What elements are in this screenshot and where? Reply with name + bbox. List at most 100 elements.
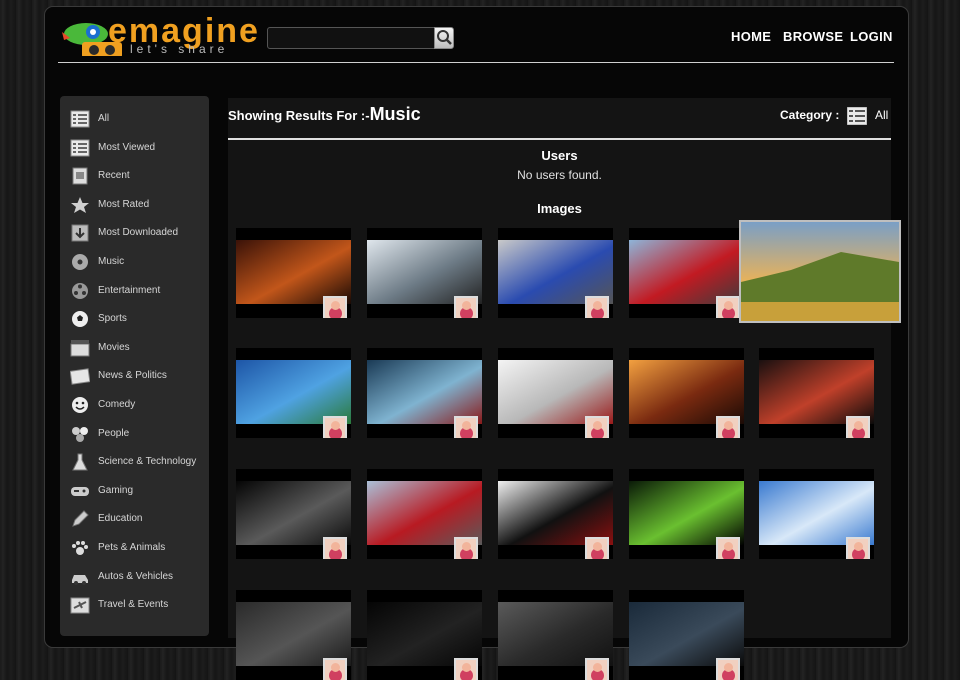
list-icon[interactable] — [847, 107, 867, 125]
sidebar-item-autos-vehicles[interactable]: Autos & Vehicles — [70, 566, 205, 590]
uploader-avatar[interactable] — [323, 658, 347, 680]
image-card[interactable] — [367, 348, 482, 438]
uploader-avatar[interactable] — [716, 537, 740, 559]
floating-islands-wallpaper — [236, 360, 351, 424]
sidebar-item-label: Recent — [98, 170, 130, 182]
sidebar-item-travel-events[interactable]: Travel & Events — [70, 594, 205, 618]
green-butterfly-wallpaper — [629, 481, 744, 545]
paw-icon — [72, 541, 88, 555]
people-icon — [72, 426, 88, 442]
sidebar-item-label: Pets & Animals — [98, 542, 166, 553]
uploader-avatar[interactable] — [454, 296, 478, 318]
clapper-icon — [70, 339, 90, 357]
ink-splash-wallpaper — [498, 481, 613, 545]
image-card[interactable] — [629, 590, 744, 680]
image-preview-popup[interactable] — [739, 220, 901, 323]
sidebar-item-label: Gaming — [98, 484, 134, 496]
star-icon — [71, 196, 89, 213]
uploader-avatar[interactable] — [585, 296, 609, 318]
image-card[interactable] — [498, 590, 613, 680]
results-query: Music — [369, 104, 421, 124]
night-partial-wallpaper — [629, 602, 744, 666]
sidebar-item-entertainment[interactable]: Entertainment — [70, 280, 205, 304]
red-bmw-wallpaper — [629, 240, 744, 304]
assassins-creed-group-wallpaper — [367, 360, 482, 424]
image-card[interactable] — [236, 590, 351, 680]
uploader-avatar[interactable] — [716, 658, 740, 680]
sidebar-item-gaming[interactable]: Gaming — [70, 480, 205, 504]
uploader-avatar[interactable] — [716, 296, 740, 318]
search-input[interactable] — [267, 27, 442, 49]
download-icon — [71, 224, 89, 242]
sidebar-item-music[interactable]: Music — [70, 251, 205, 275]
uploader-avatar[interactable] — [323, 296, 347, 318]
image-card[interactable] — [367, 228, 482, 318]
image-card[interactable] — [498, 228, 613, 318]
image-card[interactable] — [367, 590, 482, 680]
sidebar-item-label: Comedy — [98, 399, 136, 410]
soccer-ball-icon — [72, 311, 88, 328]
image-card[interactable] — [629, 228, 744, 318]
sidebar-item-most-rated[interactable]: Most Rated — [70, 194, 205, 218]
uploader-avatar[interactable] — [585, 416, 609, 438]
document-icon — [72, 167, 88, 185]
nav-browse[interactable]: BROWSE — [783, 29, 843, 44]
image-card[interactable] — [629, 348, 744, 438]
sidebar-item-comedy[interactable]: Comedy — [70, 394, 205, 418]
sidebar-item-education[interactable]: Education — [70, 508, 205, 532]
image-card[interactable] — [498, 348, 613, 438]
car-on-road-wallpaper — [367, 240, 482, 304]
search-button[interactable] — [434, 27, 454, 49]
sidebar-item-label: Autos & Vehicles — [98, 570, 174, 582]
sidebar-item-pets-animals[interactable]: Pets & Animals — [70, 537, 205, 561]
image-card[interactable] — [498, 469, 613, 559]
sidebar-item-label: Most Viewed — [98, 141, 156, 153]
uploader-avatar[interactable] — [716, 416, 740, 438]
landscape-image — [741, 222, 899, 321]
dark-partial-wallpaper — [236, 602, 351, 666]
sidebar-item-label: Science & Technology — [98, 456, 197, 468]
sidebar-item-science-technology[interactable]: Science & Technology — [70, 451, 205, 475]
sidebar-item-label: Music — [98, 256, 125, 267]
users-empty-message: No users found. — [517, 168, 602, 182]
uploader-avatar[interactable] — [846, 416, 870, 438]
pencil-icon — [72, 510, 89, 528]
list-icon — [70, 139, 90, 157]
image-card[interactable] — [759, 469, 874, 559]
image-card[interactable] — [236, 348, 351, 438]
nav-home[interactable]: HOME — [731, 29, 771, 44]
image-card[interactable] — [367, 469, 482, 559]
category-value[interactable]: All — [875, 108, 888, 122]
sidebar-item-most-viewed[interactable]: Most Viewed — [70, 137, 205, 161]
red-car-road-wallpaper — [367, 481, 482, 545]
sidebar-item-most-downloaded[interactable]: Most Downloaded — [70, 222, 205, 246]
newspaper-icon — [70, 368, 90, 386]
image-card[interactable] — [759, 348, 874, 438]
sidebar-item-recent[interactable]: Recent — [70, 165, 205, 189]
car-icon — [72, 574, 88, 585]
film-reel-icon — [72, 282, 88, 299]
sidebar-item-all[interactable]: All — [70, 108, 205, 132]
uploader-avatar[interactable] — [454, 416, 478, 438]
sidebar-item-movies[interactable]: Movies — [70, 337, 205, 361]
image-card[interactable] — [236, 228, 351, 318]
assassins-creed-white-wallpaper — [498, 360, 613, 424]
image-card[interactable] — [629, 469, 744, 559]
uploader-avatar[interactable] — [585, 658, 609, 680]
sidebar-item-people[interactable]: People — [70, 423, 205, 447]
uploader-avatar[interactable] — [323, 537, 347, 559]
uploader-avatar[interactable] — [585, 537, 609, 559]
uploader-avatar[interactable] — [846, 537, 870, 559]
category-label: Category : — [780, 108, 840, 122]
uploader-avatar[interactable] — [454, 537, 478, 559]
uploader-avatar[interactable] — [454, 658, 478, 680]
results-prefix: Showing Results For :- — [228, 108, 370, 123]
image-card[interactable] — [236, 469, 351, 559]
sidebar-item-sports[interactable]: Sports — [70, 308, 205, 332]
nav-login[interactable]: LOGIN — [850, 29, 893, 44]
sidebar-item-news-politics[interactable]: News & Politics — [70, 365, 205, 389]
users-heading: Users — [541, 148, 578, 163]
sidebar-item-label: News & Politics — [98, 370, 167, 382]
windows7-wallpaper — [236, 481, 351, 545]
uploader-avatar[interactable] — [323, 416, 347, 438]
